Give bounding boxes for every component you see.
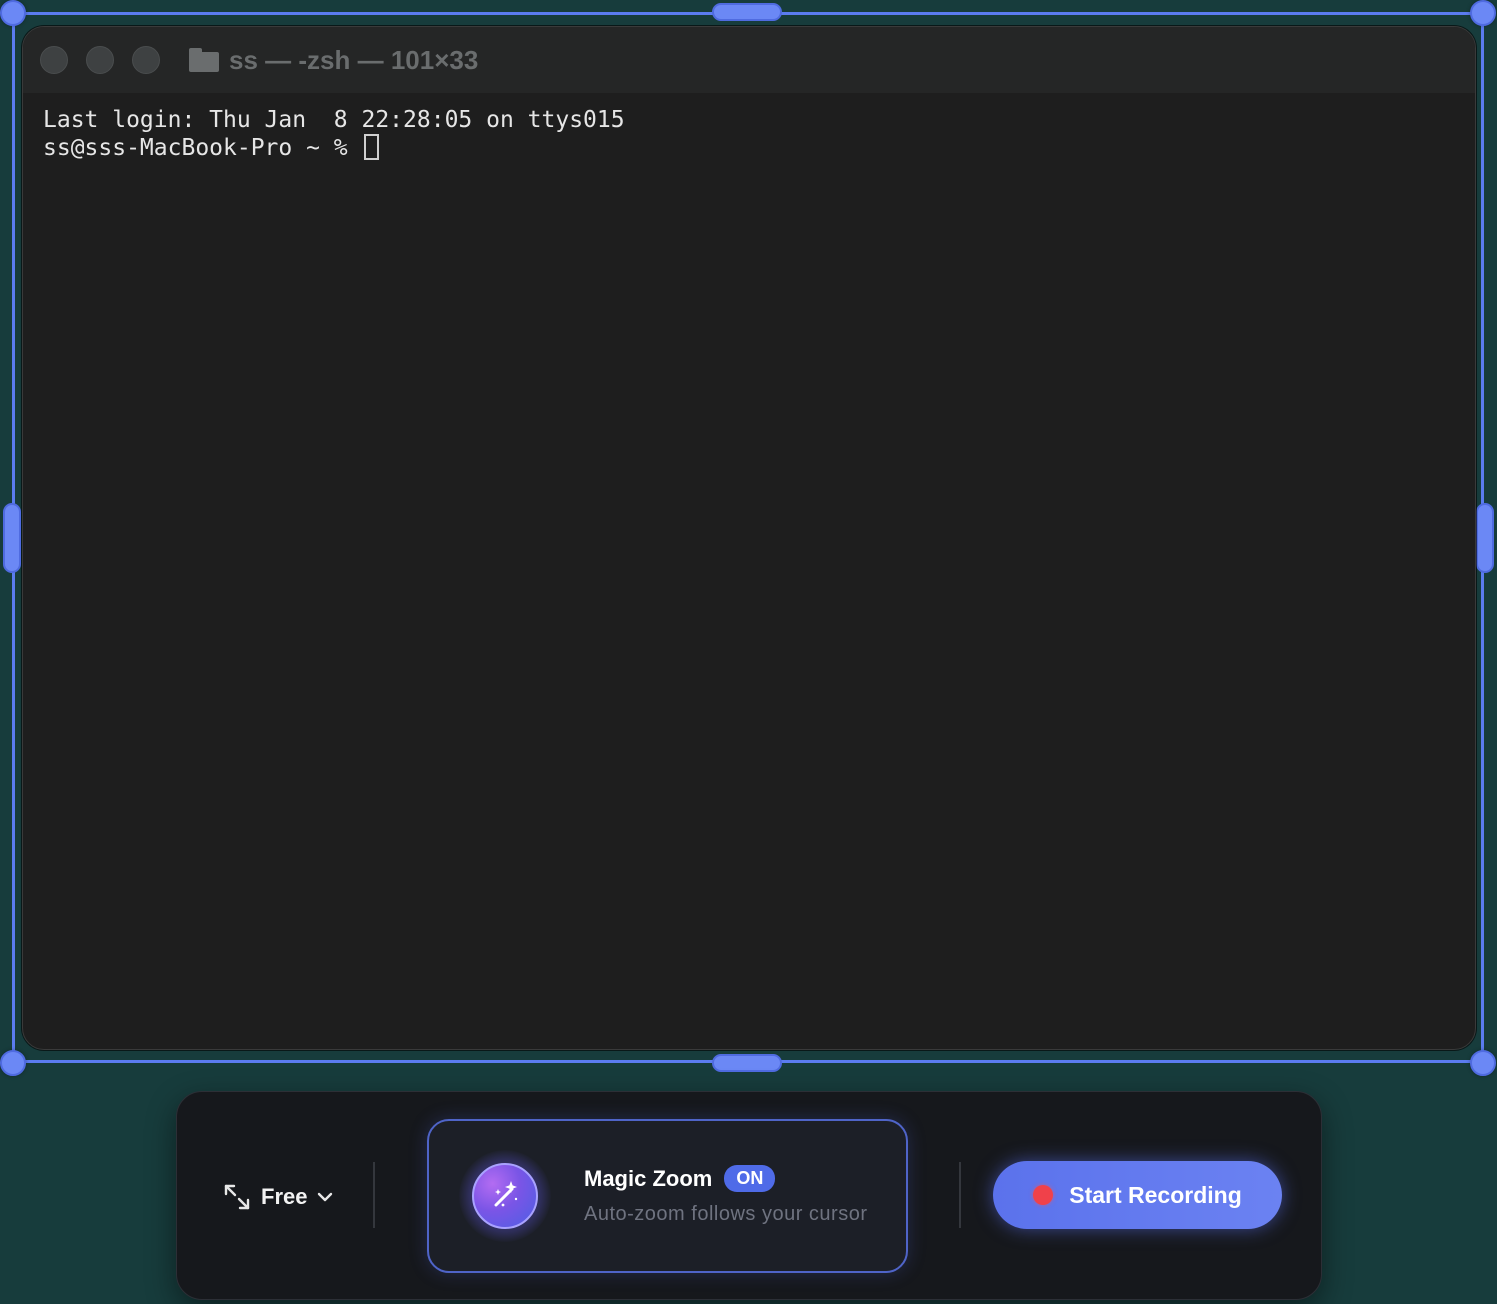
magic-zoom-subtitle: Auto-zoom follows your cursor — [584, 1203, 868, 1225]
start-recording-button[interactable]: Start Recording — [993, 1161, 1282, 1229]
terminal-output[interactable]: Last login: Thu Jan 8 22:28:05 on ttys01… — [23, 93, 1475, 162]
resize-handle-top-right[interactable] — [1470, 0, 1496, 26]
terminal-prompt-line: ss@sss-MacBook-Pro ~ % — [43, 134, 1475, 162]
minimize-window-button[interactable] — [86, 46, 114, 74]
terminal-window: ss — -zsh — 101×33 Last login: Thu Jan 8… — [22, 26, 1476, 1050]
window-title-text: ss — -zsh — 101×33 — [229, 44, 479, 75]
magic-zoom-orb — [472, 1163, 538, 1229]
resize-handle-right[interactable] — [1476, 503, 1494, 573]
start-recording-label: Start Recording — [1069, 1181, 1242, 1208]
terminal-titlebar: ss — -zsh — 101×33 — [23, 27, 1475, 93]
resize-handle-top-left[interactable] — [0, 0, 26, 26]
resize-diagonal-icon — [224, 1184, 250, 1210]
terminal-line-last-login: Last login: Thu Jan 8 22:28:05 on ttys01… — [43, 107, 625, 133]
magic-zoom-status-badge: ON — [724, 1165, 776, 1192]
text-cursor — [363, 134, 379, 160]
close-window-button[interactable] — [40, 46, 68, 74]
resize-handle-bottom-right[interactable] — [1470, 1050, 1496, 1076]
magic-zoom-toggle[interactable]: Magic Zoom ON Auto-zoom follows your cur… — [427, 1119, 908, 1273]
magic-zoom-title: Magic Zoom — [584, 1165, 713, 1191]
resize-handle-left[interactable] — [3, 503, 21, 573]
record-dot-icon — [1033, 1185, 1054, 1205]
resize-handle-bottom[interactable] — [712, 1054, 782, 1072]
toolbar-divider — [373, 1162, 375, 1228]
terminal-prompt: ss@sss-MacBook-Pro ~ % — [43, 135, 362, 161]
zoom-window-button[interactable] — [132, 46, 160, 74]
resize-handle-bottom-left[interactable] — [0, 1050, 26, 1076]
recording-toolbar: Free Magic Zoom ON Auto-zoom follows you… — [176, 1091, 1322, 1300]
resize-handle-top[interactable] — [712, 3, 782, 21]
window-title: ss — -zsh — 101×33 — [189, 43, 478, 77]
aspect-ratio-dropdown[interactable]: Free — [223, 1180, 333, 1214]
magic-zoom-title-row: Magic Zoom ON — [584, 1165, 776, 1192]
toolbar-divider — [959, 1162, 961, 1228]
magic-wand-icon — [494, 1181, 518, 1207]
aspect-ratio-label: Free — [261, 1184, 308, 1209]
folder-icon — [189, 48, 219, 72]
chevron-down-icon — [318, 1192, 333, 1202]
